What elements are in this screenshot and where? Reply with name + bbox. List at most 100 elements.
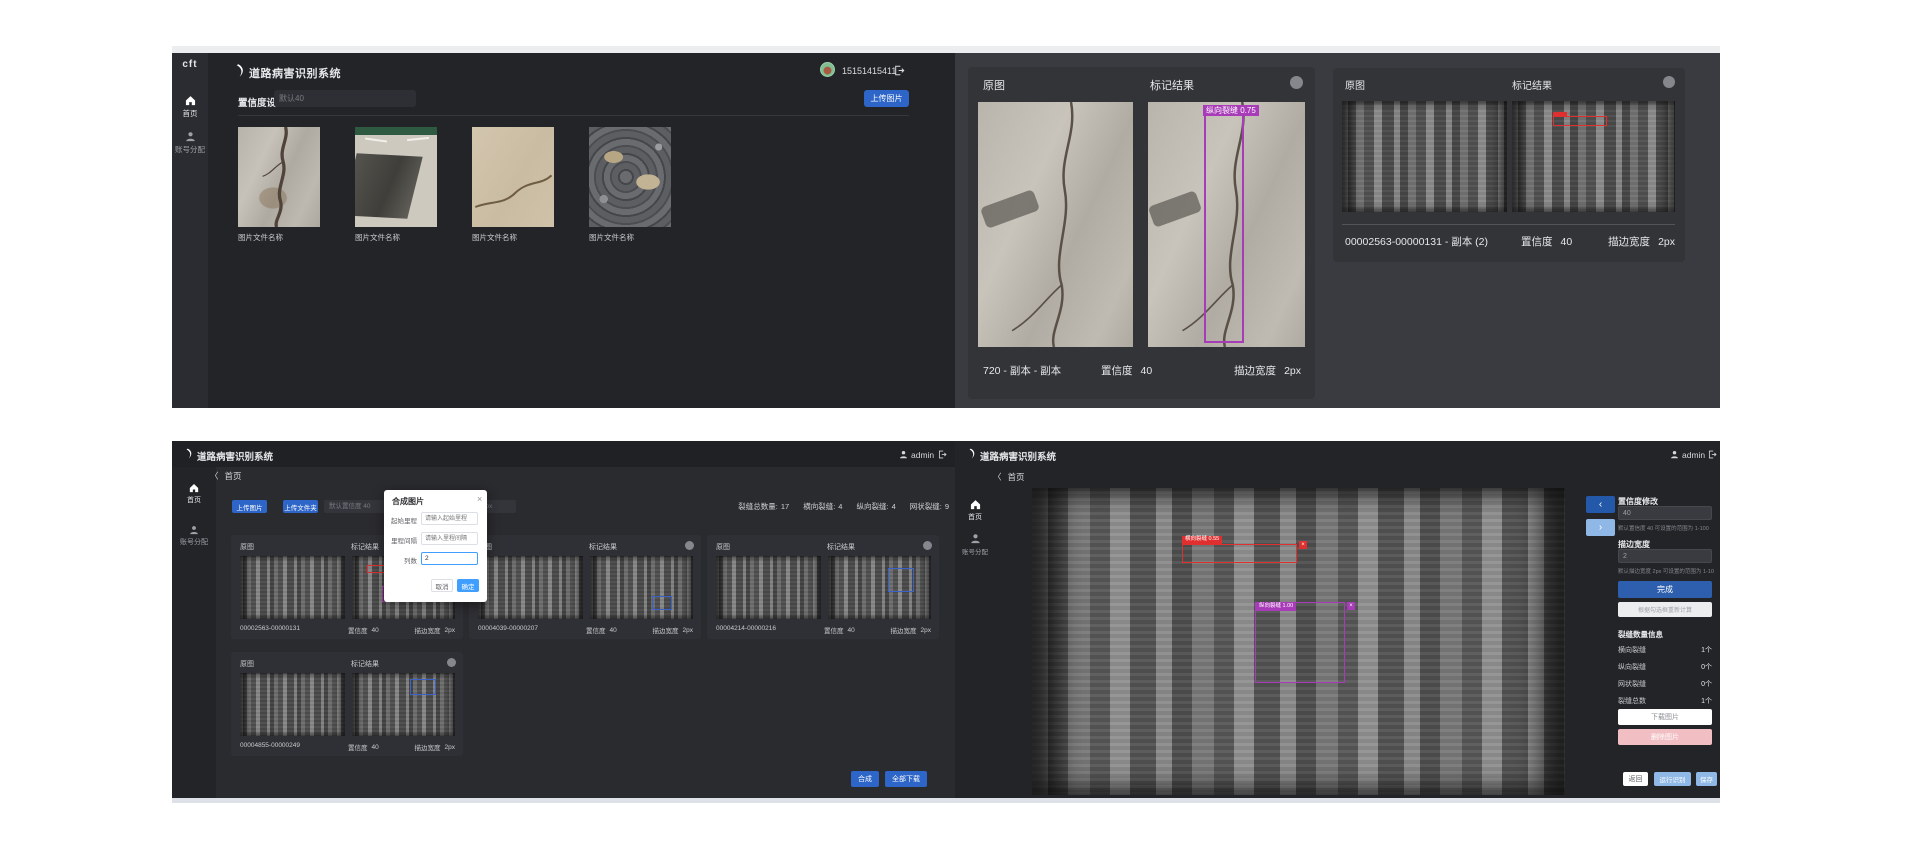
recalculate-button[interactable]: 根据勾选框重新计算 — [1618, 602, 1712, 617]
cancel-button[interactable]: 取消 — [431, 579, 453, 592]
original-label: 原图 — [240, 542, 254, 552]
select-toggle[interactable] — [1290, 76, 1303, 89]
breadcrumb[interactable]: 〈 首页 — [993, 471, 1025, 483]
annotation-label: 横向裂缝 0.55 — [1182, 536, 1222, 544]
confidence-value: 40 — [1561, 236, 1573, 248]
list-page-panel: 道路病害识别系统 admin 首页 账号分配 〈 首页 上传图片 上传文件夹 确… — [172, 441, 955, 798]
photo-thumbnail[interactable] — [589, 127, 671, 227]
original-image — [978, 102, 1133, 347]
divider — [238, 115, 909, 116]
original-image — [1342, 101, 1507, 212]
confirm-button[interactable]: 确定 — [457, 579, 479, 592]
sidebar-item-label: 首页 — [172, 108, 208, 119]
upload-image-button[interactable]: 上传图片 — [864, 90, 909, 107]
select-toggle[interactable] — [447, 658, 456, 667]
close-icon[interactable]: × — [477, 494, 482, 504]
photo-caption: 图片文件名称 — [355, 232, 400, 243]
select-toggle[interactable] — [685, 541, 694, 550]
next-image-button[interactable]: › — [1586, 519, 1615, 536]
original-label: 原图 — [983, 77, 1005, 93]
avatar[interactable] — [820, 62, 835, 77]
stroke-width-input[interactable] — [1618, 549, 1712, 563]
download-image-button[interactable]: 下载图片 — [1618, 709, 1712, 725]
bbox-blue — [410, 679, 436, 695]
logout-icon[interactable] — [1708, 450, 1717, 459]
logout-icon[interactable] — [938, 450, 947, 459]
select-toggle[interactable] — [1663, 76, 1675, 88]
columns-label: 列数 — [386, 555, 417, 565]
list-card[interactable]: 原图 标记结果 00004039-00000207 置信度40 描边宽度2px — [469, 535, 701, 639]
stroke-readout: 描边宽度2px — [1608, 234, 1675, 249]
sidebar-item-label: 首页 — [955, 512, 995, 522]
delete-image-button[interactable]: 删除图片 — [1618, 729, 1712, 745]
confidence-readout: 置信度40 — [348, 742, 379, 752]
annotation-close-icon[interactable]: × — [1347, 602, 1355, 610]
username: admin — [911, 450, 934, 460]
breadcrumb-label: 首页 — [225, 470, 242, 482]
confidence-label: 置信度 — [1101, 363, 1133, 378]
header-bar: 道路病害识别系统 admin — [172, 441, 955, 467]
annotation-label: 纵向裂缝 0.75 — [1203, 105, 1259, 116]
done-button[interactable]: 完成 — [1618, 581, 1712, 598]
photo-thumbnail[interactable] — [238, 127, 320, 227]
save-button[interactable]: 保存 — [1696, 772, 1717, 786]
bbox-blue — [652, 596, 672, 610]
confidence-readout: 置信度40 — [1101, 363, 1152, 378]
start-mileage-input[interactable] — [421, 512, 478, 525]
photo-thumbnail[interactable] — [355, 127, 437, 227]
breadcrumb[interactable]: 〈 首页 — [210, 470, 242, 482]
upload-image-button[interactable]: 上传图片 — [232, 500, 267, 513]
run-recognition-button[interactable]: 运行识别 — [1654, 772, 1691, 786]
person-icon — [899, 450, 908, 459]
upload-page-panel: cft 首页 账号分配 道路病害识别系统 15151415411 置信度设置 上… — [172, 53, 955, 408]
original-label: 原图 — [1345, 77, 1365, 92]
crescent-logo-icon — [186, 448, 193, 459]
upload-folder-button[interactable]: 上传文件夹 — [283, 500, 318, 513]
bottom-strip — [172, 798, 1720, 803]
detail-image[interactable]: 横向裂缝 0.55 × 纵向裂缝 1.00 × — [1032, 488, 1565, 795]
stroke-hint: 默认描边宽度 2px 可设置的范围为 1-10 — [1618, 567, 1714, 575]
back-chevron-icon: 〈 — [993, 471, 1002, 483]
back-button[interactable]: 返回 — [1623, 772, 1648, 786]
list-card[interactable]: 原图 标记结果 00004855-00000249 置信度40 描边宽度2px — [231, 652, 463, 756]
photo-thumbnail[interactable] — [472, 127, 554, 227]
photo-caption: 图片文件名称 — [589, 232, 634, 243]
bbox-longitudinal-crack[interactable] — [1255, 602, 1345, 683]
username: admin — [1682, 450, 1705, 460]
breadcrumb-label: 首页 — [1008, 471, 1025, 483]
select-toggle[interactable] — [923, 541, 932, 550]
marked-result-label: 标记结果 — [1512, 77, 1552, 92]
stat-row-transverse: 横向裂缝1个 — [1618, 645, 1712, 655]
bbox-blue — [888, 568, 914, 592]
photo-caption: 图片文件名称 — [472, 232, 517, 243]
prev-image-button[interactable]: ‹ — [1586, 496, 1615, 513]
marked-result-label: 标记结果 — [1150, 77, 1194, 93]
marked-image — [590, 556, 693, 619]
patch — [355, 153, 423, 218]
columns-input[interactable] — [421, 552, 478, 565]
annotation-close-icon[interactable]: × — [1299, 541, 1307, 549]
result-card: 原图 标记结果 00002563-00000131 - 副本 (2) 置信度40… — [1333, 68, 1685, 262]
crescent-logo-icon — [969, 448, 976, 459]
confidence-input[interactable] — [274, 90, 416, 107]
original-image — [478, 556, 583, 619]
person-icon — [185, 131, 196, 142]
top-strip — [172, 46, 1720, 53]
list-card[interactable]: 原图 标记结果 00004214-00000216 置信度40 描边宽度2px — [707, 535, 939, 639]
marked-result-label: 标记结果 — [351, 659, 379, 669]
stroke-value: 2px — [1658, 236, 1675, 248]
download-all-button[interactable]: 全部下载 — [885, 771, 927, 787]
logout-icon[interactable] — [894, 65, 905, 76]
stat-transverse: 横向裂缝:4 — [803, 501, 842, 512]
mileage-interval-input[interactable] — [421, 532, 478, 545]
bbox-transverse-crack[interactable] — [1182, 544, 1297, 563]
stroke-readout: 描边宽度2px — [1234, 363, 1301, 378]
photo-caption: 图片文件名称 — [238, 232, 283, 243]
lane-line — [407, 137, 429, 141]
marked-image — [352, 673, 455, 736]
confidence-input[interactable] — [1618, 506, 1712, 520]
original-image — [716, 556, 821, 619]
compose-button[interactable]: 合成 — [851, 771, 879, 787]
crack-stats-bar: 裂缝总数量:17 横向裂缝:4 纵向裂缝:4 网状裂缝:9 — [738, 501, 949, 512]
stroke-readout: 描边宽度2px — [415, 742, 455, 752]
